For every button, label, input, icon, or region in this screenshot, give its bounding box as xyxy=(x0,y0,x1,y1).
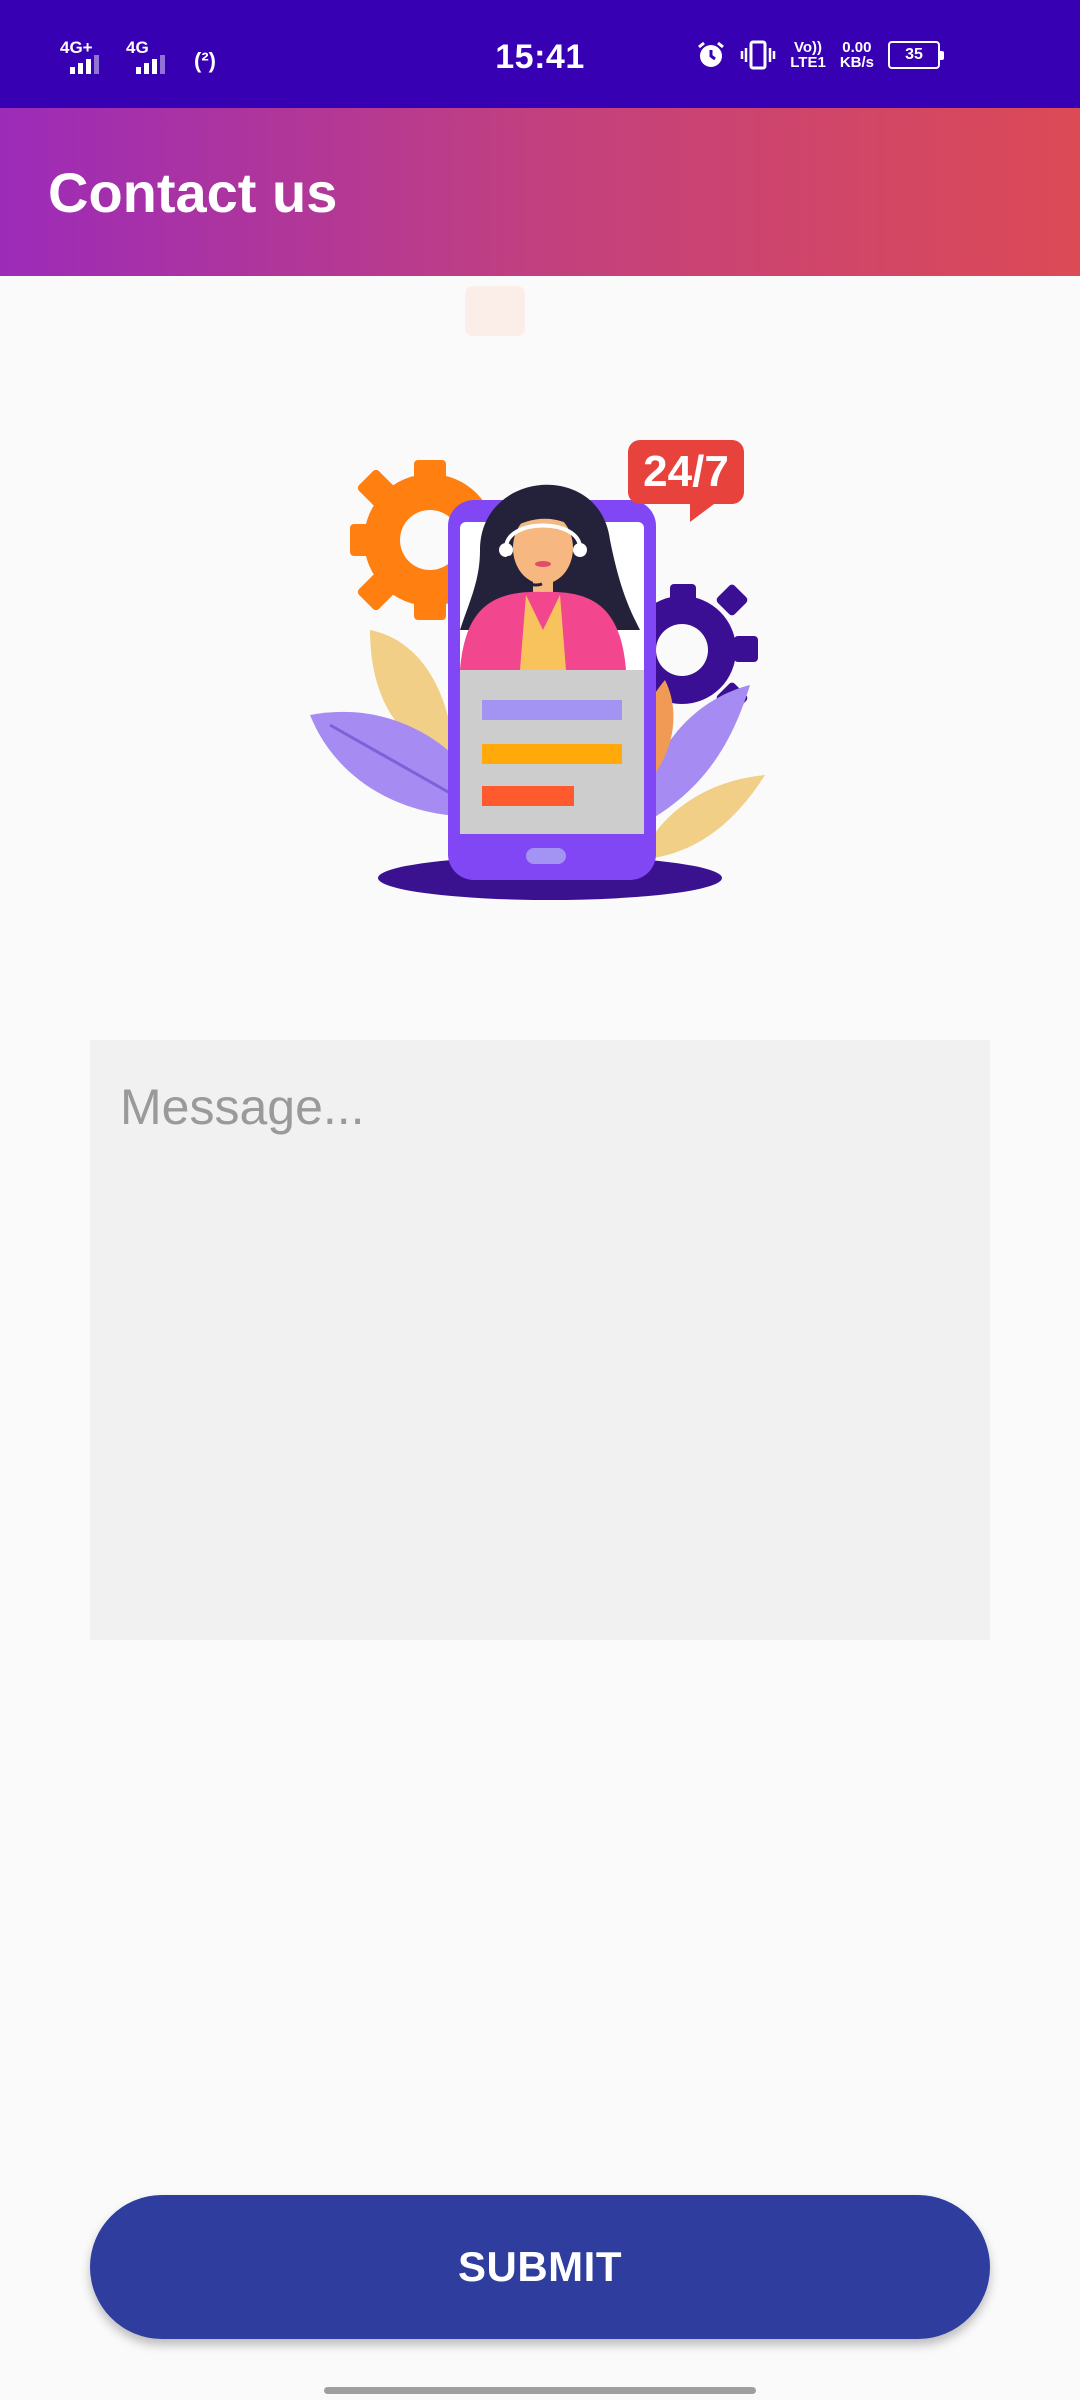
customer-support-illustration: 24/7 xyxy=(310,440,765,900)
page-title: Contact us xyxy=(48,161,338,224)
battery-icon: 35 xyxy=(888,41,944,69)
svg-text:24/7: 24/7 xyxy=(643,447,729,496)
vibrate-icon xyxy=(741,40,776,70)
faded-chip xyxy=(465,286,525,336)
alarm-icon xyxy=(698,41,725,67)
volte-indicator: Vo)) LTE1 xyxy=(790,39,826,71)
app-bar: Contact us xyxy=(0,108,1080,276)
status-bar: 4G+ 4G (²) 15:41 Vo)) LTE1 0.00 KB/s 35 xyxy=(0,0,1080,108)
network-speed: 0.00 KB/s xyxy=(839,39,874,71)
message-input[interactable] xyxy=(90,1040,990,1640)
gesture-nav-handle[interactable] xyxy=(324,2387,756,2394)
submit-button[interactable]: SUBMIT xyxy=(90,2195,990,2339)
